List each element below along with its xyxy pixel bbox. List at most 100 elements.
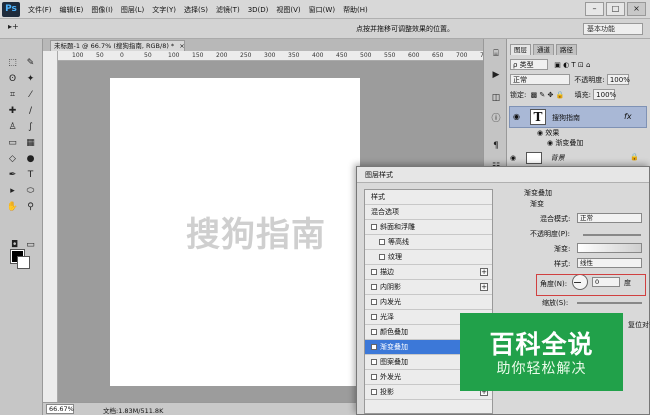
layer-kind-filter[interactable]: ρ 类型 [510, 59, 548, 70]
adjustments-icon[interactable]: ◫ [488, 91, 504, 105]
menu-bar: Ps 文件(F) 编辑(E) 图像(I) 图层(L) 文字(Y) 选择(S) 滤镜(T) 3D… [0, 0, 650, 19]
move-tool-icon[interactable]: ▸+ [8, 22, 36, 35]
add-effect-icon[interactable]: + [480, 283, 488, 291]
menu-item-3[interactable]: 图层(L) [121, 5, 144, 15]
close-button[interactable]: × [627, 2, 646, 16]
style-checkbox[interactable] [371, 299, 377, 305]
style-checkbox[interactable] [379, 239, 385, 245]
document-tab-close-icon[interactable]: × [179, 42, 184, 50]
menu-item-6[interactable]: 滤镜(T) [216, 5, 240, 15]
background-color-swatch[interactable] [17, 256, 30, 269]
lasso-icon[interactable]: ʘ [5, 73, 20, 86]
reset-alignment-button[interactable]: 复位对齐 [628, 320, 650, 330]
menu-item-9[interactable]: 窗口(W) [309, 5, 335, 15]
menu-item-1[interactable]: 编辑(E) [60, 5, 84, 15]
style-checkbox[interactable] [379, 254, 385, 260]
style-checkbox[interactable] [371, 269, 377, 275]
background-eye-icon[interactable]: ◉ [510, 154, 516, 162]
effects-eye-icon[interactable]: ◉ [537, 129, 543, 137]
actions-play-icon[interactable]: ▶ [488, 68, 504, 82]
pen-icon[interactable]: ✒ [5, 169, 20, 182]
eyedropper-icon[interactable]: ⁄ [23, 89, 38, 102]
layer-blend-mode[interactable]: 正常 [510, 74, 570, 85]
brush-icon[interactable]: ∕ [23, 105, 38, 118]
style-item-label: 描边 [380, 268, 394, 276]
tab-paths[interactable]: 路径 [556, 44, 577, 55]
menu-item-10[interactable]: 帮助(H) [343, 5, 368, 15]
add-effect-icon[interactable]: + [480, 268, 488, 276]
zoom-field[interactable]: 66.67% [46, 404, 74, 414]
style-checkbox[interactable] [371, 284, 377, 290]
type-icon[interactable]: T [23, 169, 38, 182]
style-checkbox[interactable] [371, 359, 377, 365]
style-label: 样式: [554, 260, 571, 268]
workspace-select[interactable]: 基本功能 [583, 23, 643, 35]
layer-effect-gradient-row[interactable]: ◉ 渐变叠加 [547, 138, 637, 150]
menu-item-7[interactable]: 3D(D) [248, 6, 269, 14]
style-checkbox[interactable] [371, 389, 377, 395]
crop-icon[interactable]: ⌗ [5, 89, 20, 102]
lock-icons[interactable]: ▩ ✎ ✥ 🔒 [531, 91, 565, 99]
quick-select-icon[interactable]: ✎ [23, 57, 38, 70]
lock-label: 锁定: [510, 91, 527, 99]
healing-brush-icon[interactable]: ✚ [5, 105, 20, 118]
history-panel-icon[interactable]: ⌸ [488, 47, 504, 61]
window-controls: – □ × [585, 2, 646, 16]
tools-panel: ⬚ ✎ ʘ ✦ ⌗ ⁄ ✚ ∕ ♙ ∫ ▭ ▦ ◇ ● ✒ T ▸ ⬭ ✋ ⚲ … [0, 39, 43, 415]
fill-field[interactable]: 100% [593, 89, 616, 100]
layer-filter-row: ρ 类型 ▣ ◐ T ⊡ ⌂ [510, 59, 647, 71]
menu-item-0[interactable]: 文件(F) [28, 5, 52, 15]
visibility-eye-icon[interactable]: ◉ [513, 112, 520, 121]
screen-mode-icon[interactable]: ▭ [23, 239, 38, 252]
gradient-eye-icon[interactable]: ◉ [547, 139, 553, 147]
path-select-icon[interactable]: ▸ [5, 185, 20, 198]
style-checkbox[interactable] [371, 224, 377, 230]
style-item[interactable]: 内发光 [365, 295, 492, 310]
options-hint: 点按并拖移可调整效果的位置。 [356, 25, 454, 33]
scale-slider[interactable] [577, 302, 642, 304]
blur-icon[interactable]: ◇ [5, 153, 20, 166]
menu-item-5[interactable]: 选择(S) [184, 5, 208, 15]
eraser-icon[interactable]: ▭ [5, 137, 20, 150]
magic-wand-icon[interactable]: ✦ [23, 73, 38, 86]
style-item[interactable]: 描边 + [365, 265, 492, 280]
style-item[interactable]: 样式 [365, 190, 492, 205]
document-tab[interactable]: 未标题-1 @ 66.7% (搜狗指南, RGB/8) * × [50, 40, 185, 51]
style-item[interactable]: 斜面和浮雕 [365, 220, 492, 235]
ellipse-icon[interactable]: ⬭ [23, 185, 38, 198]
tab-layers[interactable]: 图层 [510, 44, 531, 55]
paragraph-icon[interactable]: ¶ [488, 139, 504, 153]
clone-stamp-icon[interactable]: ♙ [5, 121, 20, 134]
style-item[interactable]: 混合选项 [365, 205, 492, 220]
gradient-picker[interactable] [577, 243, 642, 253]
info-panel-icon[interactable]: ⓘ [488, 112, 504, 126]
style-checkbox[interactable] [371, 344, 377, 350]
layer-opacity-field[interactable]: 100% [606, 74, 630, 85]
opacity-slider[interactable] [583, 234, 641, 236]
maximize-button[interactable]: □ [606, 2, 625, 16]
dodge-icon[interactable]: ● [23, 153, 38, 166]
hand-icon[interactable]: ✋ [5, 201, 20, 214]
style-item[interactable]: 等高线 [365, 235, 492, 250]
dialog-title: 图层样式 [357, 167, 649, 183]
style-item[interactable]: 纹理 [365, 250, 492, 265]
minimize-button[interactable]: – [585, 2, 604, 16]
blend-mode-select[interactable]: 正常 [577, 213, 642, 223]
history-brush-icon[interactable]: ∫ [23, 121, 38, 134]
menu-item-4[interactable]: 文字(Y) [152, 5, 176, 15]
style-checkbox[interactable] [371, 314, 377, 320]
document-info: 文档:1.83M/511.8K [103, 407, 164, 415]
layer-row-text[interactable]: ◉ T 搜狗指南 fx [509, 106, 647, 128]
gradient-icon[interactable]: ▦ [23, 137, 38, 150]
style-item[interactable]: 内阴影 + [365, 280, 492, 295]
menu-item-8[interactable]: 视图(V) [276, 5, 300, 15]
fx-icon[interactable]: fx [624, 112, 632, 121]
zoom-icon[interactable]: ⚲ [23, 201, 38, 214]
style-checkbox[interactable] [371, 329, 377, 335]
quick-mask-icon[interactable]: ◘ [7, 239, 22, 252]
style-select[interactable]: 线性 [577, 258, 642, 268]
style-checkbox[interactable] [371, 374, 377, 380]
tab-channels[interactable]: 通道 [533, 44, 554, 55]
marquee-icon[interactable]: ⬚ [5, 57, 20, 70]
menu-item-2[interactable]: 图像(I) [91, 5, 113, 15]
